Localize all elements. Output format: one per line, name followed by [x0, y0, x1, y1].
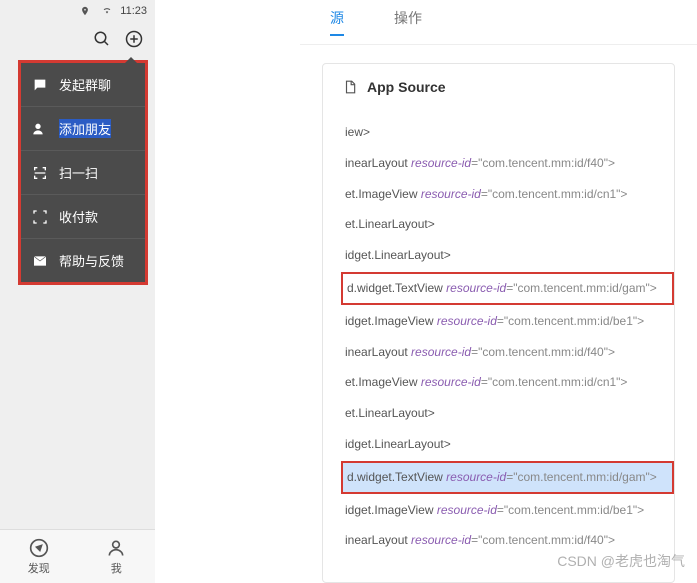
source-node[interactable]: idget.LinearLayout> [341, 241, 674, 270]
source-tree[interactable]: iew>inearLayout resource-id="com.tencent… [323, 110, 674, 560]
panel-header: App Source [323, 64, 674, 110]
menu-add-friend[interactable]: 添加朋友 [21, 107, 145, 151]
source-node[interactable]: idget.LinearLayout> [341, 430, 674, 459]
watermark-text: CSDN @老虎也淘气 [557, 551, 685, 571]
app-source-panel: App Source iew>inearLayout resource-id="… [322, 63, 675, 583]
menu-label: 添加朋友 [59, 119, 111, 138]
location-icon [76, 2, 94, 20]
wifi-icon [98, 2, 116, 20]
compass-icon [29, 538, 49, 558]
menu-scan[interactable]: 扫一扫 [21, 151, 145, 195]
add-icon[interactable] [125, 30, 143, 48]
clock-text: 11:23 [120, 5, 147, 17]
chat-icon [31, 76, 49, 94]
source-node[interactable]: d.widget.TextView resource-id="com.tence… [341, 272, 674, 305]
tab-actions[interactable]: 操作 [394, 8, 422, 36]
inspector-panel: 源 操作 App Source iew>inearLayout resource… [300, 0, 697, 583]
source-node[interactable]: et.ImageView resource-id="com.tencent.mm… [341, 180, 674, 209]
source-node[interactable]: idget.ImageView resource-id="com.tencent… [341, 307, 674, 336]
nav-me[interactable]: 我 [78, 530, 156, 583]
phone-frame: 11:23 发起群聊 添加朋友 扫一扫 收付款 帮助与反馈 发现 [0, 0, 155, 583]
source-node[interactable]: et.LinearLayout> [341, 210, 674, 239]
menu-help[interactable]: 帮助与反馈 [21, 239, 145, 282]
menu-label: 发起群聊 [59, 75, 111, 94]
menu-label: 收付款 [59, 207, 98, 226]
scan-icon [31, 164, 49, 182]
source-node[interactable]: iew> [341, 118, 674, 147]
tab-source[interactable]: 源 [330, 8, 344, 36]
nav-label: 我 [111, 560, 122, 576]
add-friend-icon [31, 120, 49, 138]
menu-label: 帮助与反馈 [59, 251, 124, 270]
search-icon[interactable] [93, 30, 111, 48]
panel-title: App Source [367, 79, 446, 95]
source-node[interactable]: inearLayout resource-id="com.tencent.mm:… [341, 149, 674, 178]
source-node[interactable]: idget.ImageView resource-id="com.tencent… [341, 496, 674, 525]
mail-icon [31, 252, 49, 270]
menu-label: 扫一扫 [59, 163, 98, 182]
inspector-tabs: 源 操作 [300, 0, 697, 45]
menu-start-group-chat[interactable]: 发起群聊 [21, 63, 145, 107]
person-icon [106, 538, 126, 558]
add-menu-popup: 发起群聊 添加朋友 扫一扫 收付款 帮助与反馈 [18, 60, 148, 285]
source-node[interactable]: et.ImageView resource-id="com.tencent.mm… [341, 368, 674, 397]
nav-discover[interactable]: 发现 [0, 530, 78, 583]
source-node[interactable]: inearLayout resource-id="com.tencent.mm:… [341, 338, 674, 367]
bottom-nav: 发现 我 [0, 529, 155, 583]
source-node[interactable]: et.LinearLayout> [341, 399, 674, 428]
nav-label: 发现 [28, 560, 50, 576]
source-node[interactable]: d.widget.TextView resource-id="com.tence… [341, 461, 674, 494]
document-icon [341, 78, 359, 96]
payment-icon [31, 208, 49, 226]
status-bar: 11:23 [0, 0, 155, 22]
menu-payment[interactable]: 收付款 [21, 195, 145, 239]
